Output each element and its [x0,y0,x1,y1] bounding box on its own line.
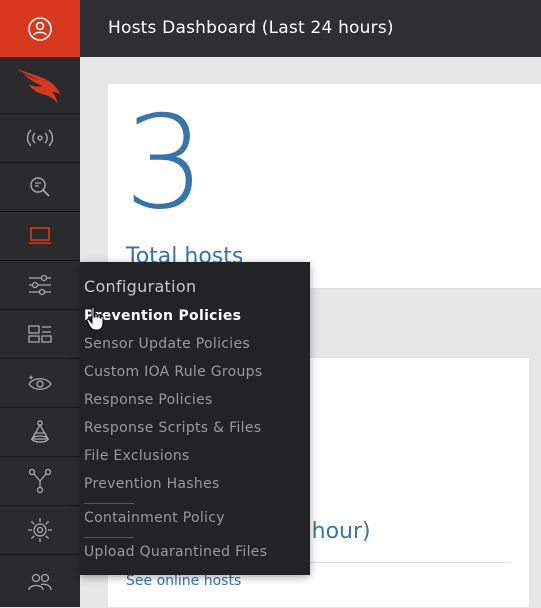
total-hosts-count: 3 [124,89,206,238]
investigate-icon [30,177,50,197]
rail-item-network[interactable] [0,456,80,505]
page-title: Hosts Dashboard (Last 24 hours) [108,18,394,38]
network-icon [28,468,52,494]
dashboards-icon [28,325,52,343]
users-icon [28,573,52,590]
see-online-hosts-link[interactable]: See online hosts [126,573,241,589]
menu-item-prevention-policies[interactable]: Prevention Policies [84,305,241,327]
menu-item-sensor-update-policies[interactable]: Sensor Update Policies [84,333,250,355]
spotlight-icon [30,420,50,443]
configuration-icon [29,274,51,296]
hosts-icon [29,227,51,244]
menu-item-response-scripts-files[interactable]: Response Scripts & Files [84,417,261,439]
menu-separator [84,537,134,538]
rail-item-dashboards[interactable] [0,309,80,358]
rail-item-users[interactable] [0,554,80,608]
user-icon [28,16,52,41]
rail-item-spotlight[interactable] [0,407,80,456]
rail-item-discover[interactable] [0,358,80,407]
left-nav-rail [0,0,80,607]
flyout-title: Configuration [84,277,197,296]
top-header: Hosts Dashboard (Last 24 hours) [80,0,541,57]
falcon-logo-button[interactable] [0,57,80,113]
menu-item-containment-policy[interactable]: Containment Policy [84,507,225,529]
activity-icon [26,129,54,147]
hand-cursor-icon [86,306,104,331]
rail-item-investigate[interactable] [0,162,80,211]
user-profile-button[interactable] [0,0,80,57]
rail-item-hosts[interactable] [0,211,80,260]
menu-separator [84,503,134,504]
intelligence-icon [28,518,52,542]
falcon-logo-icon [17,69,61,103]
menu-item-custom-ioa-rule-groups[interactable]: Custom IOA Rule Groups [84,361,262,383]
rail-item-intelligence[interactable] [0,505,80,554]
menu-item-file-exclusions[interactable]: File Exclusions [84,445,190,467]
rail-item-configuration[interactable] [0,260,80,309]
configuration-flyout-menu: Configuration Prevention Policies Sensor… [80,262,310,575]
menu-item-upload-quarantined-files[interactable]: Upload Quarantined Files [84,541,267,563]
menu-item-prevention-hashes[interactable]: Prevention Hashes [84,473,220,495]
discover-icon [28,375,52,390]
menu-item-response-policies[interactable]: Response Policies [84,389,213,411]
total-hosts-card[interactable]: 3 Total hosts [108,84,541,288]
rail-item-activity[interactable] [0,113,80,162]
